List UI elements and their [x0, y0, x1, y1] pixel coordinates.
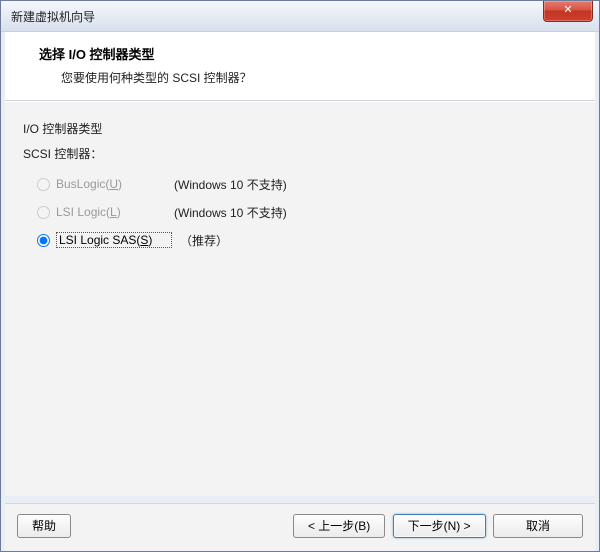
close-icon: ✕ [563, 4, 572, 16]
radio-option-lsilogic: LSI Logic(L) (Windows 10 不支持) [37, 198, 579, 226]
radio-label: LSI Logic(L) [56, 205, 166, 219]
wizard-window: 新建虚拟机向导 ✕ 选择 I/O 控制器类型 您要使用何种类型的 SCSI 控制… [0, 0, 600, 552]
radio-input [37, 206, 50, 219]
radio-label: LSI Logic SAS(S) [56, 232, 172, 248]
radio-note: （推荐） [180, 232, 228, 249]
cancel-button[interactable]: 取消 [493, 514, 583, 538]
wizard-footer: 帮助 < 上一步(B) 下一步(N) > 取消 [5, 503, 595, 551]
titlebar: 新建虚拟机向导 ✕ [1, 1, 599, 32]
radio-option-buslogic: BusLogic(U) (Windows 10 不支持) [37, 170, 579, 198]
radio-note: (Windows 10 不支持) [174, 204, 287, 221]
page-title: 选择 I/O 控制器类型 [39, 44, 577, 63]
radio-input[interactable] [37, 234, 50, 247]
page-subtitle: 您要使用何种类型的 SCSI 控制器？ [61, 69, 577, 86]
back-button[interactable]: < 上一步(B) [293, 514, 385, 538]
wizard-header: 选择 I/O 控制器类型 您要使用何种类型的 SCSI 控制器？ [5, 32, 595, 101]
scsi-controller-radio-group: BusLogic(U) (Windows 10 不支持) LSI Logic(L… [37, 170, 579, 254]
group-label: SCSI 控制器： [23, 145, 579, 162]
help-button[interactable]: 帮助 [17, 514, 71, 538]
window-title: 新建虚拟机向导 [11, 8, 95, 25]
next-button[interactable]: 下一步(N) > [393, 514, 486, 538]
radio-note: (Windows 10 不支持) [174, 176, 287, 193]
radio-label: BusLogic(U) [56, 177, 166, 191]
close-button[interactable]: ✕ [543, 1, 593, 22]
radio-option-lsilogic-sas[interactable]: LSI Logic SAS(S) （推荐） [37, 226, 579, 254]
radio-input [37, 178, 50, 191]
section-label: I/O 控制器类型 [23, 120, 579, 137]
wizard-content: I/O 控制器类型 SCSI 控制器： BusLogic(U) (Windows… [5, 101, 595, 496]
